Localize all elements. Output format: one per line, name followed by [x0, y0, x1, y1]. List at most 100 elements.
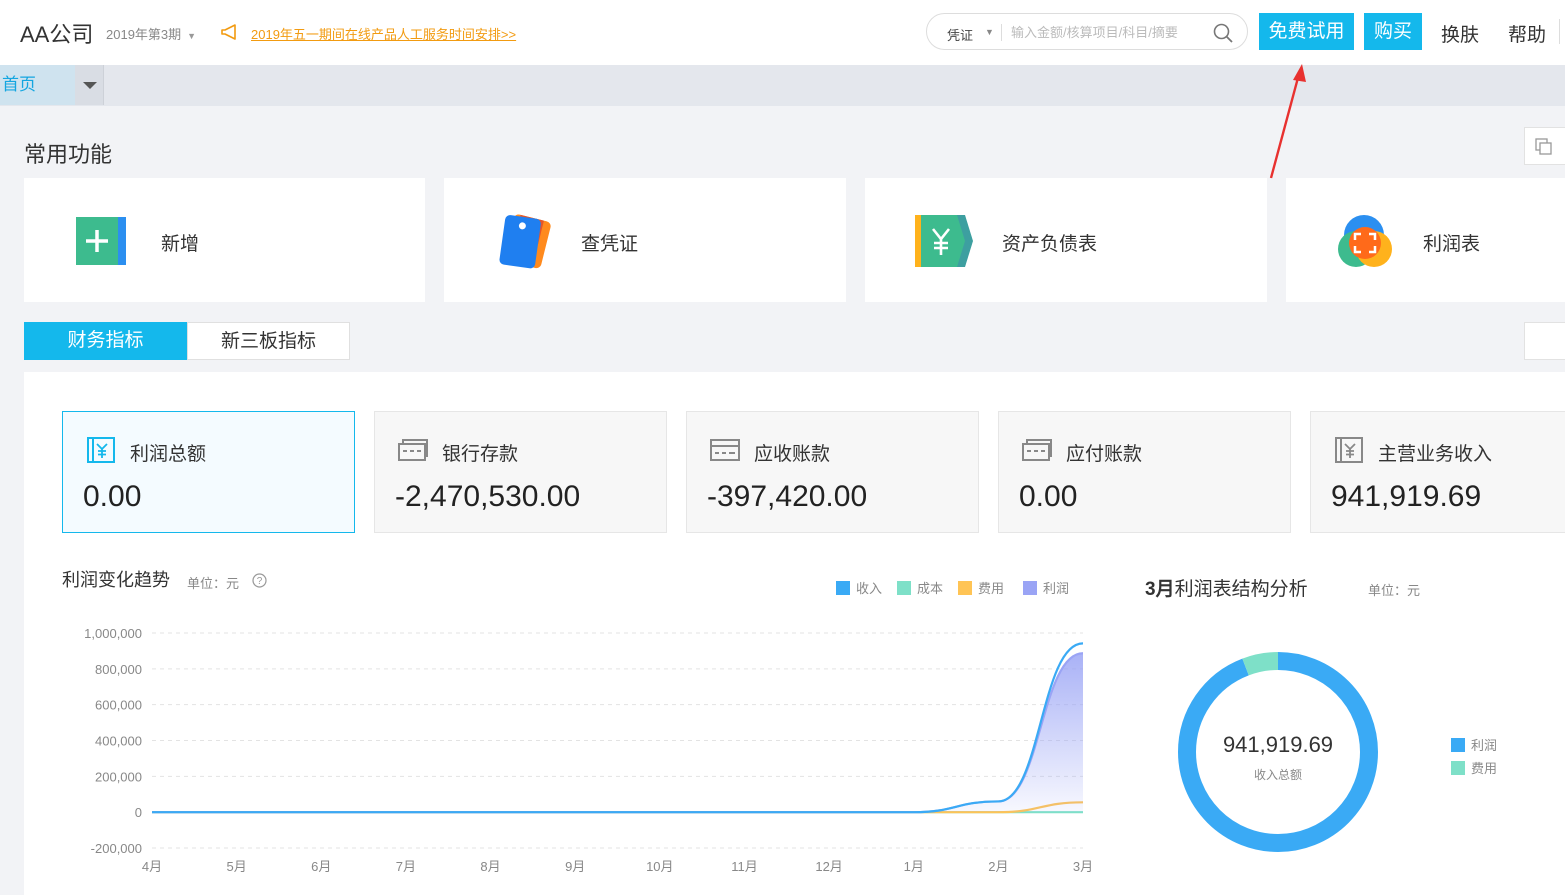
kpi-card-bank-deposit[interactable]: 银行存款 -2,470,530.00	[374, 411, 667, 533]
divider	[1001, 24, 1002, 41]
help-link[interactable]: 帮助	[1508, 20, 1546, 47]
donut-legend-expense[interactable]: 费用	[1451, 758, 1497, 777]
add-voucher-icon	[76, 217, 126, 265]
free-trial-button[interactable]: 免费试用	[1259, 13, 1354, 50]
chevron-down-icon[interactable]: ▼	[985, 27, 994, 37]
legend-swatch	[1451, 761, 1465, 775]
legend-swatch	[1023, 581, 1037, 595]
balance-sheet-icon	[915, 215, 973, 267]
quick-add-voucher[interactable]: 新增	[24, 178, 425, 302]
legend-swatch	[1451, 738, 1465, 752]
search-type-select[interactable]: 凭证	[947, 25, 973, 44]
payable-icon	[1022, 439, 1052, 461]
kpi-label: 应收账款	[754, 444, 831, 465]
settings-stub-button[interactable]	[1524, 322, 1565, 360]
period-label: 2019年第3期	[106, 27, 182, 42]
voucher-tags-icon	[499, 214, 551, 269]
legend-label: 费用	[978, 581, 1005, 596]
legend-label: 费用	[1471, 761, 1498, 776]
tab-financial-indicators[interactable]: 财务指标	[24, 322, 187, 360]
common-functions-title: 常用功能	[24, 142, 113, 167]
legend-label: 利润	[1043, 581, 1070, 596]
yuan-document-icon	[1335, 437, 1363, 463]
yuan-document-icon	[87, 437, 115, 463]
kpi-value: 0.00	[83, 480, 142, 513]
x-tick-label: 6月	[311, 859, 331, 874]
top-header: AA公司 2019年第3期 ▼ 2019年五一期间在线产品人工服务时间安排>> 凭…	[0, 0, 1565, 65]
copy-icon	[1535, 138, 1552, 155]
kpi-value: -397,420.00	[707, 480, 868, 513]
kpi-card-total-profit[interactable]: 利润总额 0.00	[62, 411, 355, 533]
change-skin-link[interactable]: 换肤	[1441, 20, 1479, 47]
kpi-label: 主营业务收入	[1378, 444, 1493, 465]
notice-link[interactable]: 2019年五一期间在线产品人工服务时间安排>>	[251, 24, 516, 43]
y-tick-label: 200,000	[95, 769, 142, 784]
structure-analysis-title: 3月利润表结构分析	[1145, 574, 1308, 601]
tab-neeq-indicators[interactable]: 新三板指标	[187, 322, 350, 360]
kpi-label: 银行存款	[442, 444, 519, 465]
quick-profit-statement[interactable]: 利润表	[1286, 178, 1565, 302]
search-input[interactable]	[1011, 22, 1207, 42]
x-tick-label: 2月	[988, 859, 1008, 874]
legend-item-cost[interactable]: 成本	[897, 578, 943, 597]
analysis-title-text: 利润表结构分析	[1174, 579, 1308, 600]
x-tick-label: 8月	[480, 859, 500, 874]
quick-balance-label: 资产负债表	[1002, 234, 1098, 255]
y-tick-label: -200,000	[91, 841, 142, 856]
kpi-value: -2,470,530.00	[395, 480, 581, 513]
copy-layout-button[interactable]	[1524, 127, 1565, 165]
legend-label: 利润	[1471, 738, 1498, 753]
x-tick-label: 10月	[646, 859, 673, 874]
tab-home[interactable]: 首页	[0, 65, 75, 105]
search-bar: 凭证 ▼	[926, 13, 1248, 50]
series-area-profit	[152, 653, 1083, 813]
legend-item-revenue[interactable]: 收入	[836, 578, 882, 597]
period-selector[interactable]: 2019年第3期 ▼	[106, 24, 196, 43]
bank-card-icon	[398, 439, 428, 461]
analysis-month: 3月	[1145, 579, 1175, 600]
x-tick-label: 11月	[731, 859, 758, 874]
help-icon[interactable]: ?	[252, 573, 267, 588]
svg-text:?: ?	[257, 576, 263, 587]
x-tick-label: 3月	[1073, 859, 1093, 874]
x-tick-label: 9月	[565, 859, 585, 874]
y-tick-label: 800,000	[95, 662, 142, 677]
legend-swatch	[958, 581, 972, 595]
donut-center-value: 941,919.69	[1222, 732, 1334, 757]
caret-down-icon	[83, 82, 97, 89]
legend-label: 成本	[917, 581, 944, 596]
legend-swatch	[897, 581, 911, 595]
y-tick-label: 600,000	[95, 698, 142, 713]
x-tick-label: 1月	[904, 859, 924, 874]
x-tick-label: 12月	[815, 859, 842, 874]
receivable-icon	[710, 439, 740, 461]
y-tick-label: 400,000	[95, 734, 142, 749]
kpi-card-main-revenue[interactable]: 主营业务收入 941,919.69	[1310, 411, 1565, 533]
quick-view-label: 查凭证	[581, 234, 639, 255]
kpi-card-accounts-receivable[interactable]: 应收账款 -397,420.00	[686, 411, 979, 533]
trend-chart-unit: 单位：元	[187, 576, 240, 591]
kpi-value: 941,919.69	[1331, 480, 1482, 513]
tab-dropdown-button[interactable]	[75, 65, 104, 105]
buy-button[interactable]: 购买	[1364, 13, 1422, 50]
kpi-card-accounts-payable[interactable]: 应付账款 0.00	[998, 411, 1291, 533]
legend-label: 收入	[856, 581, 883, 596]
profit-trend-chart: 1,000,000 800,000 600,000 400,000 200,000 0 -2…	[84, 626, 1093, 874]
page-tab-strip: 首页	[0, 65, 1565, 106]
chevron-down-icon: ▼	[187, 31, 197, 41]
x-tick-label: 7月	[396, 859, 416, 874]
x-tick-label: 5月	[227, 859, 247, 874]
legend-item-profit[interactable]: 利润	[1023, 578, 1069, 597]
donut-legend-profit[interactable]: 利润	[1451, 735, 1497, 754]
divider	[1559, 19, 1560, 44]
quick-add-label: 新增	[161, 234, 200, 255]
profit-statement-icon	[1338, 215, 1392, 267]
trend-chart-title: 利润变化趋势	[62, 570, 170, 590]
search-icon[interactable]	[1212, 22, 1234, 44]
company-name[interactable]: AA公司	[20, 17, 93, 49]
legend-item-expense[interactable]: 费用	[958, 578, 1004, 597]
quick-view-vouchers[interactable]: 查凭证	[444, 178, 846, 302]
analysis-unit: 单位：元	[1368, 583, 1421, 598]
series-line-利润	[152, 652, 1084, 814]
quick-balance-sheet[interactable]: 资产负债表	[865, 178, 1267, 302]
